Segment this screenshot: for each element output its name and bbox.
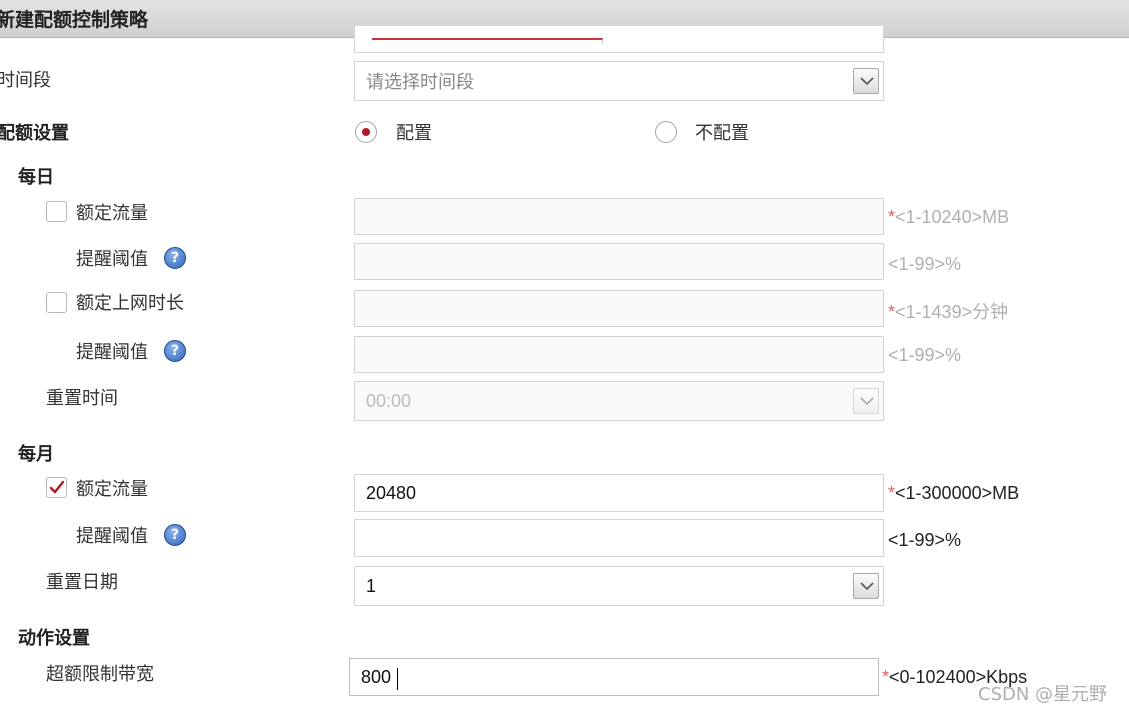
daily-time-threshold-hint: <1-99>% [888,345,962,365]
daily-traffic-threshold-input[interactable] [354,243,884,280]
time-period-select[interactable]: 请选择时间段 [354,61,884,101]
monthly-traffic-threshold-input[interactable] [354,519,884,557]
daily-reset-time-label: 重置时间 [46,388,118,409]
over-quota-bandwidth-value: 800 [361,666,392,687]
time-period-placeholder: 请选择时间段 [366,72,474,93]
time-period-dropdown-button[interactable] [853,68,879,94]
over-quota-bandwidth-label: 超额限制带宽 [46,664,154,685]
daily-quota-traffic-checkbox[interactable] [46,201,67,222]
daily-quota-traffic-label: 额定流量 [76,203,148,224]
monthly-quota-traffic-input[interactable]: 20480 [354,474,884,512]
monthly-traffic-threshold-hint: <1-99>% [888,530,962,550]
radio-not-configure-label[interactable]: 不配置 [695,119,749,145]
daily-online-time-hint: *<1-1439>分钟 [888,302,1009,322]
daily-reset-time-dropdown-button[interactable] [853,388,879,414]
dialog-title: 新建配额控制策略 [0,9,149,31]
daily-section-label: 每日 [18,167,54,188]
time-period-label: 时间段 [0,70,51,91]
daily-traffic-threshold-hint: <1-99>% [888,254,962,274]
daily-reset-time-select[interactable]: 00:00 [354,381,884,421]
monthly-section-label: 每月 [18,444,54,465]
help-icon[interactable]: ? [164,247,186,269]
help-icon[interactable]: ? [164,524,186,546]
radio-selected-dot [362,128,370,136]
monthly-reset-date-select[interactable]: 1 [354,566,884,606]
partial-top-field-fragment [372,38,603,44]
daily-reset-time-value: 00:00 [366,390,412,411]
text-cursor [397,668,398,690]
quota-settings-label: 配额设置 [0,123,69,144]
monthly-reset-date-value: 1 [366,575,377,596]
daily-quota-traffic-input[interactable] [354,198,884,235]
chevron-down-icon [860,397,874,406]
monthly-quota-traffic-hint: *<1-300000>MB [888,483,1020,503]
chevron-down-icon [860,582,874,591]
watermark: CSDN @星元野 [978,684,1108,705]
monthly-reset-date-label: 重置日期 [46,572,118,593]
checkmark-icon [49,480,65,494]
daily-time-threshold-input[interactable] [354,336,884,373]
daily-online-time-checkbox[interactable] [46,292,67,313]
monthly-quota-traffic-label: 额定流量 [76,479,148,500]
radio-not-configure[interactable] [655,121,677,143]
chevron-down-icon [860,77,874,86]
daily-online-time-input[interactable] [354,290,884,327]
radio-configure[interactable] [355,121,377,143]
daily-traffic-threshold-label: 提醒阈值 [76,249,148,270]
daily-online-time-label: 额定上网时长 [76,293,184,314]
monthly-quota-traffic-checkbox[interactable] [46,477,67,498]
action-section-label: 动作设置 [18,628,90,649]
daily-time-threshold-label: 提醒阈值 [76,342,148,363]
monthly-traffic-threshold-label: 提醒阈值 [76,526,148,547]
help-icon[interactable]: ? [164,340,186,362]
radio-configure-label[interactable]: 配置 [396,119,432,145]
monthly-quota-traffic-value: 20480 [366,482,417,503]
monthly-reset-date-dropdown-button[interactable] [853,573,879,599]
daily-quota-traffic-hint: *<1-10240>MB [888,207,1010,227]
over-quota-bandwidth-input[interactable]: 800 [349,658,879,696]
